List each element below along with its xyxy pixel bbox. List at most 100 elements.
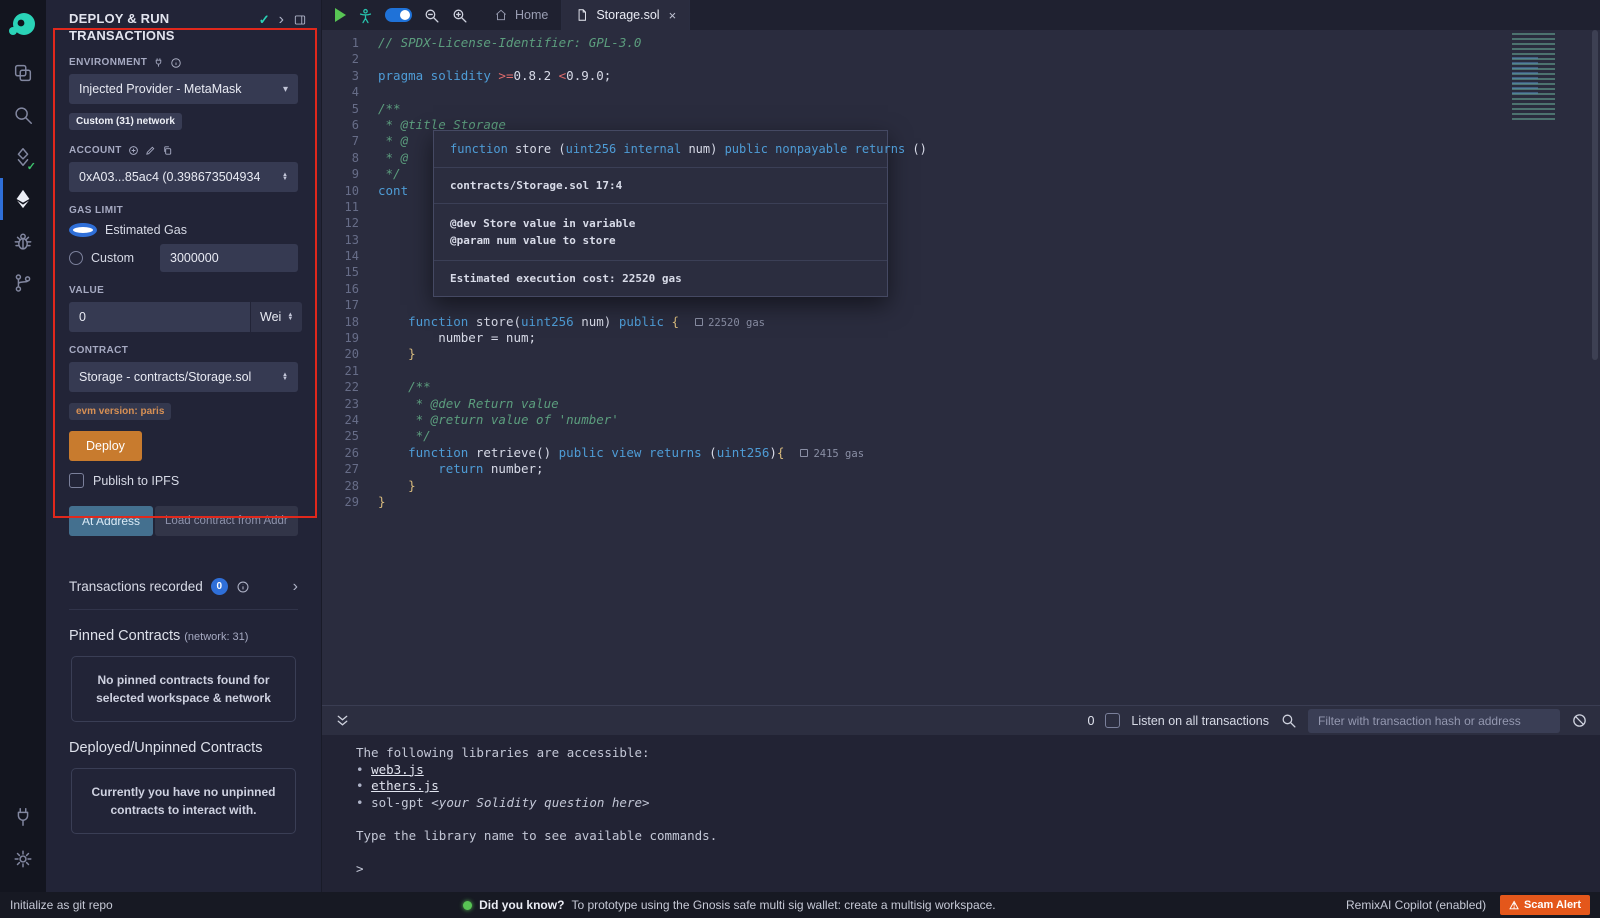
account-select[interactable]: 0xA03...85ac4 (0.398673504934 ▲▼ — [69, 162, 298, 192]
sidebar-item-file-explorer[interactable] — [0, 52, 46, 94]
plug-icon[interactable] — [153, 57, 164, 68]
sidebar-item-plugin-manager[interactable] — [0, 796, 46, 838]
token: ( — [558, 142, 565, 156]
zoom-in-icon[interactable] — [451, 7, 468, 24]
account-label: ACCOUNT — [69, 145, 122, 156]
gas-custom-option[interactable]: Custom — [69, 244, 298, 272]
contract-select[interactable]: Storage - contracts/Storage.sol ▲▼ — [69, 362, 298, 392]
at-address-input[interactable] — [155, 506, 298, 536]
line-number: 1 — [322, 35, 378, 51]
sidebar-item-settings[interactable] — [0, 838, 46, 880]
radio-selected-icon[interactable] — [69, 223, 97, 237]
terminal-controls: 0 Listen on all transactions — [1087, 709, 1588, 733]
code-line: pragma solidity >=0.8.2 <0.9.0; — [378, 68, 1600, 84]
line-number: 10 — [322, 183, 378, 199]
line-number: 24 — [322, 412, 378, 428]
line-number: 21 — [322, 363, 378, 379]
at-address-button[interactable]: At Address — [69, 506, 153, 536]
token: */ — [378, 428, 431, 443]
theme-toggle[interactable] — [385, 8, 412, 22]
zoom-out-icon[interactable] — [423, 7, 440, 24]
editor-scrollbar[interactable] — [1592, 30, 1598, 360]
search-icon[interactable] — [1280, 712, 1297, 729]
radio-unselected-icon[interactable] — [69, 251, 83, 265]
listen-checkbox[interactable] — [1105, 713, 1120, 728]
sidebar-item-solidity-compiler[interactable]: ✓ — [0, 136, 46, 178]
panel-body: ENVIRONMENT Injected Provider - MetaMask… — [46, 46, 321, 892]
close-icon[interactable]: × — [669, 8, 677, 23]
line-number: 13 — [322, 232, 378, 248]
gas-estimated-option[interactable]: Estimated Gas — [69, 223, 298, 237]
transactions-recorded-row[interactable]: Transactions recorded 0 › — [69, 566, 298, 610]
compile-success-check-icon: ✓ — [27, 160, 36, 173]
code-line: number = num; — [378, 330, 1600, 346]
block-icon[interactable] — [1571, 712, 1588, 729]
evm-version-badge: evm version: paris — [69, 403, 171, 420]
accessibility-icon[interactable] — [357, 7, 374, 24]
token: num) — [574, 314, 619, 329]
copilot-status[interactable]: RemixAI Copilot (enabled) — [1346, 898, 1486, 912]
status-right: RemixAI Copilot (enabled) ⚠ Scam Alert — [1346, 895, 1590, 915]
publish-ipfs-row[interactable]: Publish to IPFS — [69, 473, 298, 488]
token: ( — [702, 445, 717, 460]
sidebar-item-search[interactable] — [0, 94, 46, 136]
listen-label[interactable]: Listen on all transactions — [1131, 714, 1269, 728]
editor-column: Home Storage.sol × 123456789101112131415… — [322, 0, 1600, 892]
token: public view returns — [559, 445, 702, 460]
caret-updown-icon: ▲▼ — [282, 173, 288, 182]
git-init-status[interactable]: Initialize as git repo — [10, 898, 113, 912]
status-bar: Initialize as git repo Did you know? To … — [0, 892, 1600, 918]
token: /** — [378, 101, 401, 116]
sidebar-item-deploy-run[interactable] — [0, 178, 46, 220]
listen-count: 0 — [1087, 714, 1094, 728]
run-script-icon[interactable] — [335, 8, 346, 22]
token: uint256 internal — [566, 142, 682, 156]
transaction-filter-input[interactable] — [1308, 709, 1560, 733]
scam-alert-badge[interactable]: ⚠ Scam Alert — [1500, 895, 1590, 915]
chevron-right-icon[interactable]: › — [279, 14, 284, 26]
copy-icon[interactable] — [162, 145, 173, 156]
minimap[interactable] — [1512, 33, 1572, 121]
token: { — [672, 314, 680, 329]
value-unit-select[interactable]: Wei ▲▼ — [251, 302, 302, 332]
line-number: 4 — [322, 84, 378, 100]
environment-select[interactable]: Injected Provider - MetaMask ▾ — [69, 74, 298, 104]
publish-ipfs-label: Publish to IPFS — [93, 474, 179, 488]
token: /** — [378, 379, 431, 394]
token: { — [777, 445, 785, 460]
sidebar-item-git[interactable] — [0, 262, 46, 304]
tab-home[interactable]: Home — [481, 0, 562, 30]
warning-icon: ⚠ — [1509, 899, 1519, 912]
plus-circle-icon[interactable] — [128, 145, 139, 156]
token: ) — [769, 445, 777, 460]
token: uint256 — [717, 445, 770, 460]
info-icon[interactable] — [236, 580, 250, 594]
value-input[interactable] — [69, 302, 250, 332]
code-line: * @return value of 'number' — [378, 412, 1600, 428]
token: * @dev Return value — [378, 396, 559, 411]
remix-logo-icon[interactable] — [7, 10, 39, 42]
sidebar-item-debugger[interactable] — [0, 220, 46, 262]
terminal-expand-icon[interactable] — [334, 712, 351, 729]
code-editor[interactable]: 1234567891011121314151617181920212223242… — [322, 30, 1600, 705]
code-line: /** — [378, 379, 1600, 395]
edit-pencil-icon[interactable] — [145, 145, 156, 156]
token: uint256 — [521, 314, 574, 329]
info-icon[interactable] — [170, 56, 182, 68]
line-number: 6 — [322, 117, 378, 133]
terminal-link[interactable]: ethers.js — [371, 778, 439, 793]
token: retrieve — [476, 445, 536, 460]
tooltip-location: contracts/Storage.sol 17:4 — [434, 168, 887, 204]
gas-estimate-badge: 22520 gas — [695, 317, 765, 329]
publish-ipfs-checkbox[interactable] — [69, 473, 84, 488]
deploy-button[interactable]: Deploy — [69, 431, 142, 461]
gas-custom-input[interactable] — [160, 244, 298, 272]
pin-view-icon[interactable] — [293, 13, 307, 27]
hover-tooltip: function store (uint256 internal num) pu… — [433, 130, 888, 297]
tab-storage-sol[interactable]: Storage.sol × — [562, 0, 690, 30]
chevron-right-icon[interactable]: › — [293, 581, 298, 593]
terminal-output[interactable]: The following libraries are accessible:•… — [322, 735, 1600, 892]
line-number: 12 — [322, 215, 378, 231]
terminal-link[interactable]: web3.js — [371, 762, 424, 777]
line-number: 29 — [322, 494, 378, 510]
